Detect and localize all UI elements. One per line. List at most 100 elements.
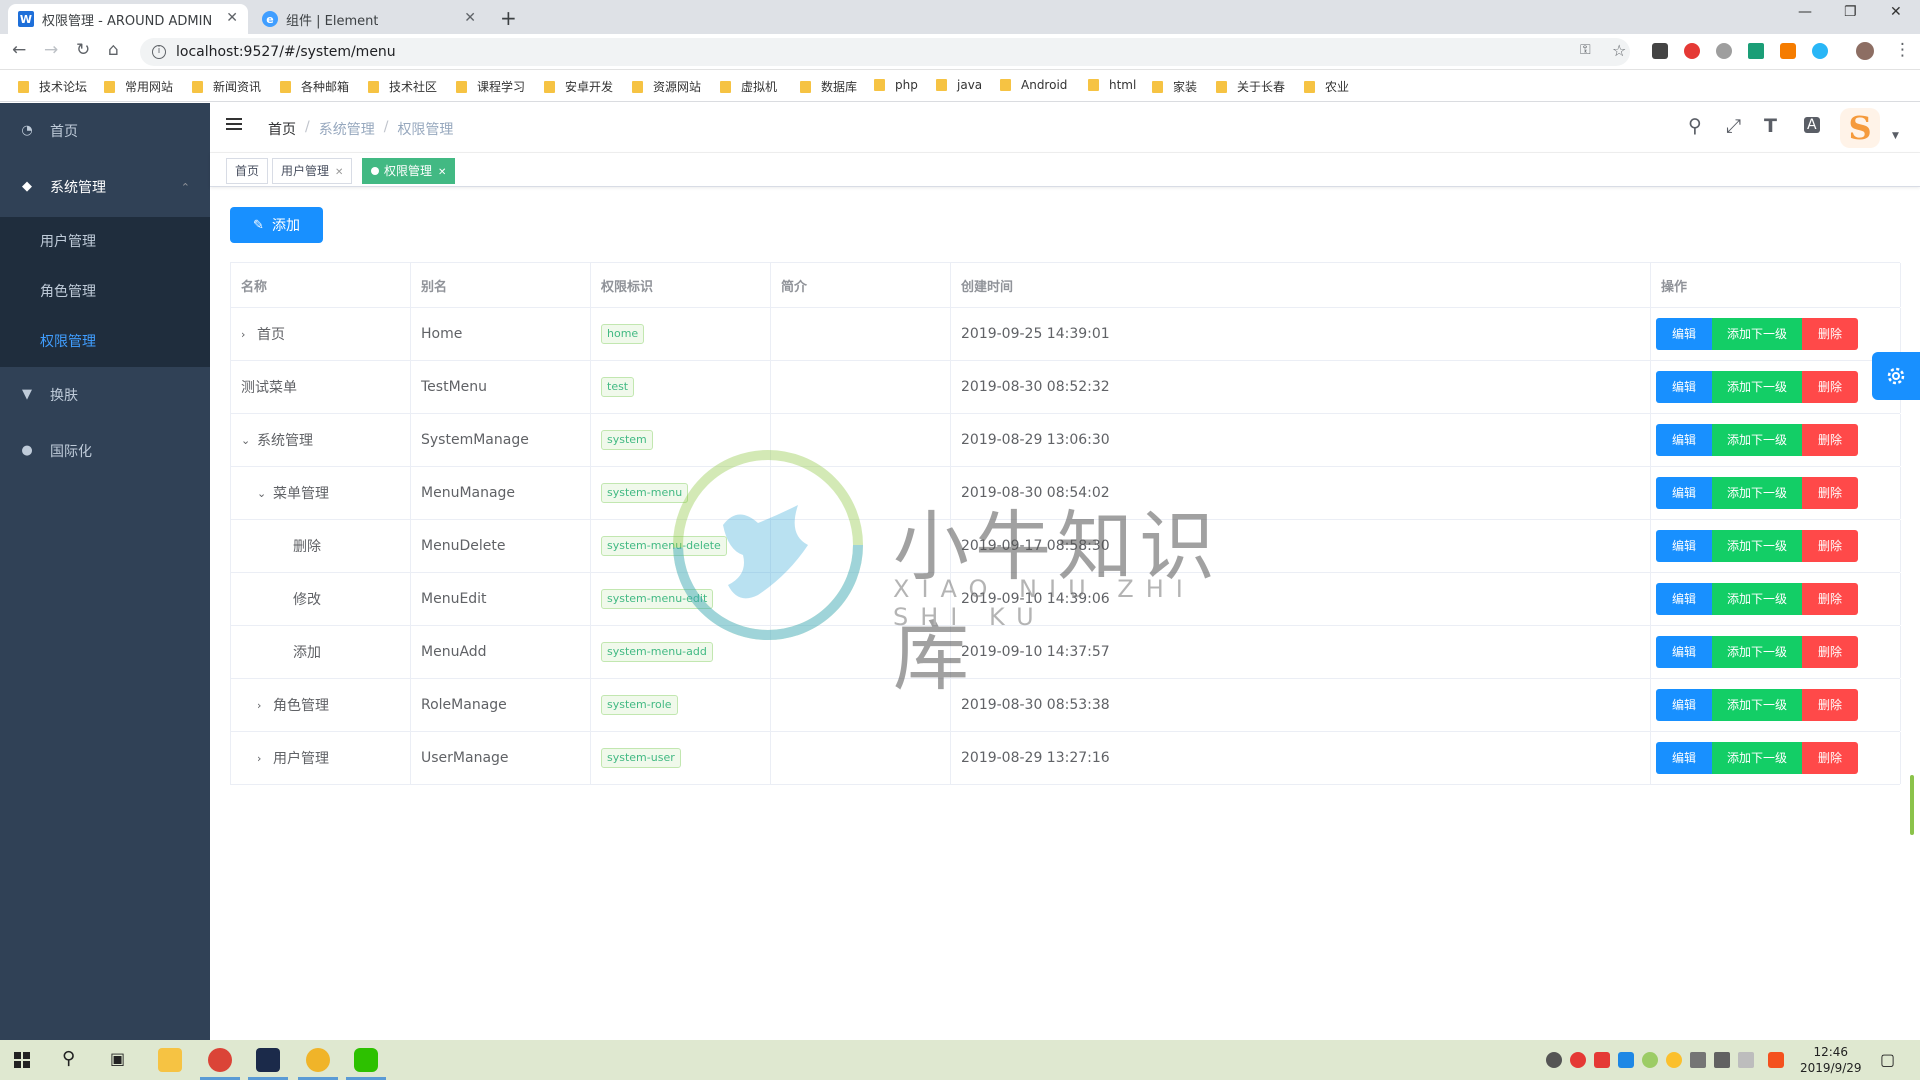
close-icon[interactable]: ✕ [438,167,446,178]
delete-button[interactable]: 删除 [1802,371,1858,403]
edit-button[interactable]: 编辑 [1656,530,1712,562]
translate-icon[interactable]: A [1804,117,1820,133]
ime-icon[interactable] [1738,1052,1754,1068]
tray-icon[interactable] [1666,1052,1682,1068]
edit-button[interactable]: 编辑 [1656,371,1712,403]
tray-icon[interactable] [1570,1052,1586,1068]
sidebar-item-users[interactable]: 用户管理 [0,217,210,267]
add-child-button[interactable]: 添加下一级 [1712,371,1802,403]
sogou-icon[interactable] [1768,1052,1784,1068]
extension-icon[interactable] [1684,43,1700,59]
browser-tab[interactable]: e 组件 | Element ✕ [252,4,486,34]
tray-icon[interactable] [1546,1052,1562,1068]
windows-start-icon[interactable] [14,1052,30,1068]
bookmark-item[interactable]: 技术论坛 [18,78,87,95]
close-tab-icon[interactable]: ✕ [464,10,476,26]
bookmark-item[interactable]: php [874,78,918,92]
home-icon[interactable]: ⌂ [108,40,119,60]
more-menu-icon[interactable]: ⋮ [1894,40,1911,60]
tag-users[interactable]: 用户管理 ✕ [272,158,353,184]
new-tab-icon[interactable]: + [500,6,517,30]
site-info-icon[interactable]: i [152,45,166,59]
bookmark-item[interactable]: html [1088,78,1136,92]
bookmark-item[interactable]: 安卓开发 [544,78,613,95]
delete-button[interactable]: 删除 [1802,424,1858,456]
extension-icon[interactable] [1716,43,1732,59]
bookmark-item[interactable]: 家装 [1152,78,1197,95]
extension-icon[interactable] [1748,43,1764,59]
delete-button[interactable]: 删除 [1802,583,1858,615]
delete-button[interactable]: 删除 [1802,530,1858,562]
bookmark-item[interactable]: 课程学习 [456,78,525,95]
add-child-button[interactable]: 添加下一级 [1712,742,1802,774]
add-child-button[interactable]: 添加下一级 [1712,583,1802,615]
extension-icon[interactable] [1780,43,1796,59]
delete-button[interactable]: 删除 [1802,477,1858,509]
tag-home[interactable]: 首页 [226,158,269,184]
sidebar-item-skin[interactable]: ▼ 换肤 [0,367,210,423]
forward-icon[interactable]: → [44,40,58,60]
hamburger-icon[interactable] [226,118,242,134]
tag-permissions[interactable]: 权限管理 ✕ [362,158,456,184]
add-child-button[interactable]: 添加下一级 [1712,689,1802,721]
bookmark-item[interactable]: 技术社区 [368,78,437,95]
bookmark-item[interactable]: java [936,78,982,92]
edit-button[interactable]: 编辑 [1656,636,1712,668]
edit-button[interactable]: 编辑 [1656,477,1712,509]
notification-icon[interactable]: ▢ [1880,1050,1895,1069]
app-icon[interactable] [306,1048,330,1072]
sidebar-item-permissions[interactable]: 权限管理 [0,317,210,367]
chevron-down-icon[interactable]: ⌄ [241,434,257,447]
chevron-right-icon[interactable]: › [241,328,257,341]
extension-icon[interactable] [1652,43,1668,59]
file-explorer-icon[interactable] [158,1048,182,1072]
sidebar-item-home[interactable]: ◔ 首页 [0,103,210,159]
reload-icon[interactable]: ↻ [76,40,90,60]
add-child-button[interactable]: 添加下一级 [1712,636,1802,668]
minimize-icon[interactable]: — [1798,4,1812,20]
fullscreen-icon[interactable]: ⤢ [1726,115,1741,137]
caret-down-icon[interactable]: ▼ [1892,131,1899,141]
bookmark-item[interactable]: 资源网站 [632,78,701,95]
edit-button[interactable]: 编辑 [1656,583,1712,615]
intellij-icon[interactable] [256,1048,280,1072]
chevron-down-icon[interactable]: ⌄ [257,487,273,500]
delete-button[interactable]: 删除 [1802,636,1858,668]
taskbar-clock[interactable]: 12:46 2019/9/29 [1800,1044,1862,1076]
font-size-icon[interactable]: T [1764,115,1777,137]
delete-button[interactable]: 删除 [1802,742,1858,774]
tray-icon[interactable] [1594,1052,1610,1068]
edit-button[interactable]: 编辑 [1656,318,1712,350]
profile-avatar[interactable] [1856,42,1874,60]
wechat-icon[interactable] [354,1048,378,1072]
bookmark-item[interactable]: 关于长春 [1216,78,1285,95]
key-icon[interactable]: ⚿ [1580,42,1591,58]
task-view-icon[interactable]: ▣ [110,1049,125,1068]
browser-tab-active[interactable]: W 权限管理 - AROUND ADMIN ✕ [8,4,248,34]
add-child-button[interactable]: 添加下一级 [1712,477,1802,509]
sidebar-item-roles[interactable]: 角色管理 [0,267,210,317]
add-child-button[interactable]: 添加下一级 [1712,424,1802,456]
bookmark-star-icon[interactable]: ☆ [1612,41,1626,60]
breadcrumb-item[interactable]: 首页 [268,119,296,139]
settings-button[interactable] [1872,352,1920,400]
edit-button[interactable]: 编辑 [1656,742,1712,774]
edit-button[interactable]: 编辑 [1656,424,1712,456]
restore-icon[interactable]: ❐ [1844,4,1857,20]
scrollbar-thumb[interactable] [1910,775,1914,835]
add-child-button[interactable]: 添加下一级 [1712,318,1802,350]
close-icon[interactable]: ✕ [335,167,343,178]
volume-icon[interactable] [1690,1052,1706,1068]
sidebar-item-system[interactable]: ◆ 系统管理 ⌃ [0,159,210,215]
avatar[interactable]: S [1840,108,1880,148]
bookmark-item[interactable]: 各种邮箱 [280,78,349,95]
chevron-right-icon[interactable]: › [257,699,273,712]
bookmark-item[interactable]: Android [1000,78,1067,92]
sidebar-item-i18n[interactable]: ● 国际化 [0,423,210,479]
search-icon[interactable]: ⚲ [62,1048,75,1069]
delete-button[interactable]: 删除 [1802,318,1858,350]
url-input[interactable]: i localhost:9527/#/system/menu [140,38,1630,66]
tray-icon[interactable] [1642,1052,1658,1068]
back-icon[interactable]: ← [12,40,26,60]
search-icon[interactable]: ⚲ [1688,115,1702,137]
